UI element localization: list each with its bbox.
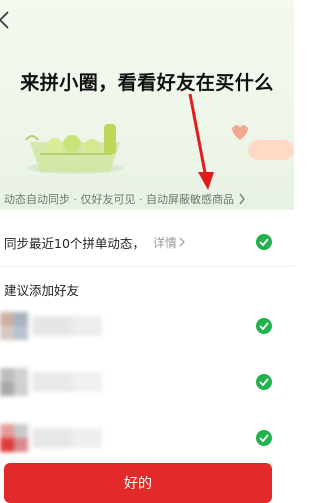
check-icon[interactable] bbox=[256, 234, 272, 250]
hero-title: 来拼小圈，看看好友在买什么 bbox=[20, 72, 274, 94]
hero-subtitle: 动态自动同步 · 仅好友可见 · 自动屏蔽敏感商品 bbox=[4, 193, 234, 206]
back-icon[interactable] bbox=[0, 8, 16, 32]
hero-illustration bbox=[25, 124, 294, 174]
avatar bbox=[0, 424, 102, 452]
friend-row[interactable] bbox=[0, 356, 294, 408]
check-icon[interactable] bbox=[256, 430, 272, 446]
check-icon[interactable] bbox=[256, 374, 272, 390]
annotation-arrow bbox=[188, 93, 214, 190]
ok-button[interactable]: 好的 bbox=[4, 463, 272, 503]
sync-setting-row[interactable]: 同步最近10个拼单动态， 详情 bbox=[0, 218, 294, 267]
avatar bbox=[0, 368, 102, 396]
sync-label: 同步最近10个拼单动态， bbox=[4, 235, 145, 251]
friend-row[interactable] bbox=[0, 412, 294, 464]
avatar bbox=[0, 312, 102, 340]
detail-link[interactable]: 详情 bbox=[153, 234, 177, 251]
suggest-title: 建议添加好友 bbox=[4, 283, 80, 298]
friend-row[interactable] bbox=[0, 300, 294, 352]
chevron-right-icon bbox=[179, 237, 185, 247]
chevron-right-icon bbox=[239, 193, 245, 205]
hero-subtitle-bar[interactable]: 动态自动同步 · 仅好友可见 · 自动屏蔽敏感商品 bbox=[0, 185, 294, 213]
check-icon[interactable] bbox=[256, 318, 272, 334]
